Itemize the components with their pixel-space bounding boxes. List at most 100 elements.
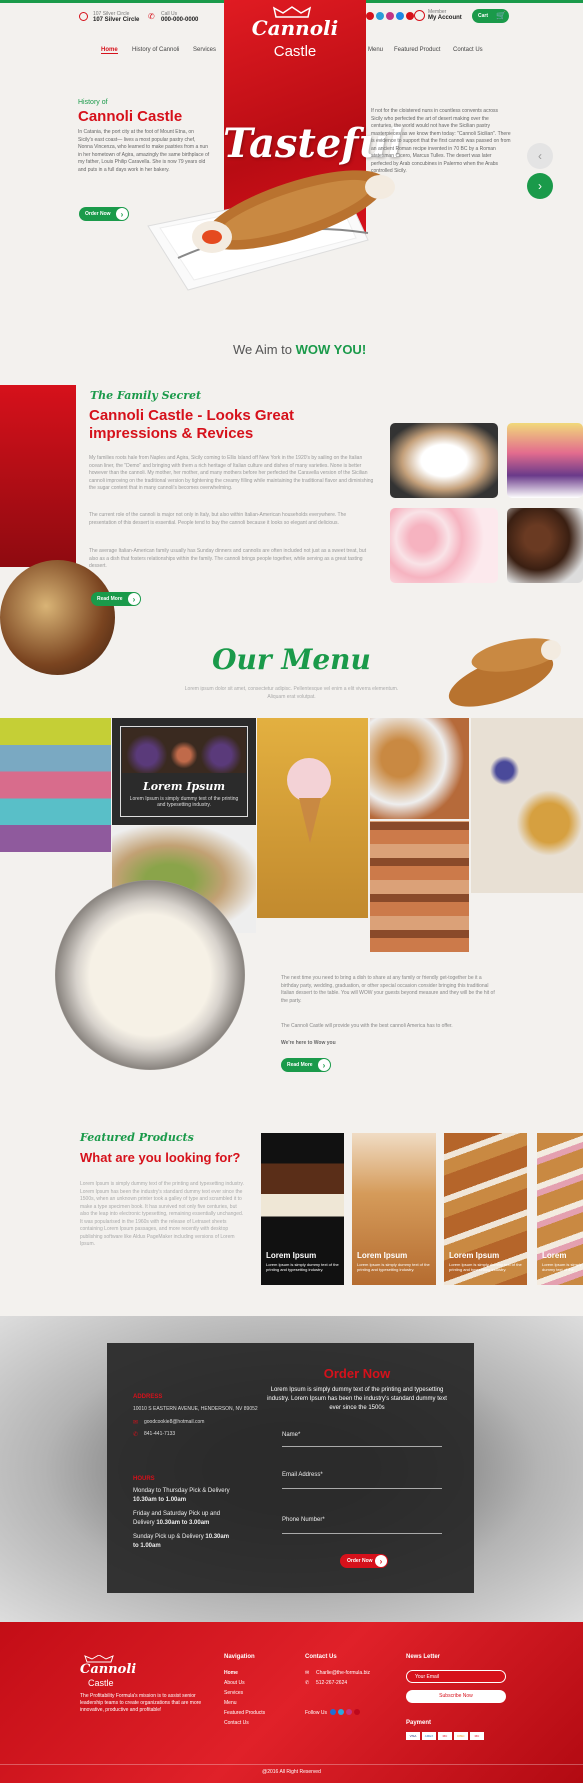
facebook-icon[interactable] (330, 1709, 336, 1715)
linkedin-icon[interactable] (396, 12, 404, 20)
logo-line2[interactable]: Castle (250, 43, 340, 60)
product-card-2[interactable]: Lorem Ipsum Lorem Ipsum is simply dummy … (352, 1133, 436, 1285)
menu-tile-title: Lorem Ipsum (142, 780, 225, 793)
carousel-next-button[interactable]: › (527, 173, 553, 199)
twitter-icon[interactable] (376, 12, 384, 20)
product-card-3[interactable]: Lorem Ipsum Lorem Ipsum is simply dummy … (444, 1133, 527, 1285)
footer-nav-title: Navigation (224, 1654, 255, 1660)
pinterest-icon[interactable] (406, 12, 414, 20)
cannoli-plate-photo (390, 423, 498, 498)
footer-nav-menu[interactable]: Menu (224, 1700, 237, 1706)
social-icons (366, 12, 416, 22)
nav-services[interactable]: Services (193, 47, 216, 53)
family-red-image (0, 385, 76, 567)
phone-icon: ✆ (148, 12, 155, 21)
hero-title: Cannoli Castle (78, 108, 183, 125)
donut-image (0, 560, 115, 675)
logo-line1[interactable]: Cannoli (250, 16, 340, 40)
menu-title: Our Menu (212, 643, 371, 676)
arrow-right-icon: › (375, 1555, 387, 1567)
product-card-3-text: Lorem Ipsum is simply dummy text of the … (449, 1262, 522, 1272)
order-title: Order Now (323, 1366, 391, 1381)
pinterest-icon[interactable] (354, 1709, 360, 1715)
instagram-icon[interactable] (346, 1709, 352, 1715)
phone-field-label: Phone Number* (282, 1517, 325, 1523)
email-input[interactable] (282, 1488, 442, 1489)
order-submit-button[interactable]: Order Now › (340, 1554, 388, 1568)
footer-newsletter: News Letter (406, 1654, 440, 1660)
aim-strong: WOW YOU! (295, 342, 367, 357)
hero-right-paragraph: If not for the cloistered nuns in countl… (371, 108, 511, 174)
nav-history[interactable]: History of Cannoli (132, 47, 179, 53)
footer-contact-phone[interactable]: 512-267-2624 (316, 1680, 347, 1686)
ricotta-cake-image (55, 880, 245, 1070)
footer-contact-email[interactable]: Charlie@the-formula.biz (316, 1670, 370, 1676)
menu-feature-tile[interactable]: Lorem Ipsum Lorem Ipsum is simply dummy … (112, 718, 256, 825)
menu-tile-text: Lorem Ipsum is simply dummy text of the … (129, 796, 239, 808)
user-icon[interactable] (414, 10, 425, 21)
featured-title: What are you looking for? (80, 1150, 241, 1165)
subscribe-button[interactable]: Subscribe Now (406, 1690, 506, 1703)
hours-2-time: 10.30am to 3.00am (156, 1520, 210, 1526)
footer-copyright: @2016 All Right Reserved (262, 1769, 321, 1775)
payment-cards: VISA AMEX MC DISC MC (406, 1732, 484, 1740)
aim-prefix: We Aim to (233, 342, 296, 357)
twitter-icon[interactable] (338, 1709, 344, 1715)
hours-1-time: 10.30am to 1.00am (133, 1497, 187, 1503)
carousel-prev-button[interactable]: ‹ (527, 143, 553, 169)
hours-3-label: Sunday Pick up & Delivery (133, 1534, 204, 1540)
footer-nav-about[interactable]: About Us (224, 1680, 245, 1686)
order-address-label: Address (133, 1394, 163, 1400)
hours-line-2: Friday and Saturday Pick up and Delivery… (133, 1510, 233, 1528)
footer-logo-line2[interactable]: Castle (88, 1678, 114, 1688)
product-card-3-title: Lorem Ipsum (449, 1251, 500, 1260)
phone-icon: ✆ (133, 1432, 139, 1438)
product-card-4[interactable]: Lorem Lorem Ipsum is simply dummy text o… (537, 1133, 583, 1285)
footer-about: The Profitability Formula's mission is t… (80, 1693, 202, 1713)
family-title-line1: Cannoli Castle - Looks Great (89, 407, 295, 424)
product-card-1-text: Lorem Ipsum is simply dummy text of the … (266, 1262, 339, 1272)
mastercard-icon: MC (438, 1732, 452, 1740)
family-read-more-label: Read More (97, 596, 123, 602)
family-title-line2: impressions & Revices (89, 425, 254, 442)
product-card-1[interactable]: Lorem Ipsum Lorem Ipsum is simply dummy … (261, 1133, 344, 1285)
name-input[interactable] (282, 1446, 442, 1447)
visa-card-icon: VISA (406, 1732, 420, 1740)
call-value[interactable]: 000-000-0000 (161, 17, 211, 23)
assorted-cannoli-photo (370, 718, 469, 819)
footer-logo-line1[interactable]: Cannoli (80, 1662, 136, 1677)
order-hours-label: Hours (133, 1476, 155, 1482)
footer-divider (0, 1764, 583, 1765)
footer-nav-contact[interactable]: Contact Us (224, 1720, 249, 1726)
product-card-1-title: Lorem Ipsum (266, 1251, 317, 1260)
hours-1-label: Monday to Thursday Pick & Delivery (133, 1488, 230, 1494)
hours-line-3: Sunday Pick up & Delivery 10.30am to 1.0… (133, 1533, 233, 1551)
instagram-icon[interactable] (386, 12, 394, 20)
cake-read-more-button[interactable]: Read More › (281, 1058, 331, 1072)
footer-nav-services[interactable]: Services (224, 1690, 243, 1696)
family-read-more-button[interactable]: Read More › (91, 592, 141, 606)
order-phone[interactable]: 841-441-7133 (144, 1431, 175, 1437)
icecream-cone-photo (257, 718, 368, 918)
my-account-link[interactable]: My Account (428, 15, 462, 21)
nav-menu[interactable]: Menu (368, 47, 383, 53)
aim-heading: We Aim to WOW YOU! (233, 342, 366, 357)
macaron-stack-photo (370, 821, 469, 952)
footer-nav-featured[interactable]: Featured Products (224, 1710, 265, 1716)
cart-button[interactable]: Cart 🛒 (472, 9, 509, 23)
order-email[interactable]: goodcookie8@hotmail.com (144, 1419, 204, 1425)
nav-home[interactable]: Home (101, 47, 118, 54)
nav-featured[interactable]: Featured Product (394, 47, 440, 53)
cake-paragraph-1: The next time you need to bring a dish t… (281, 975, 495, 1004)
hero-cannoli-image (190, 165, 395, 260)
newsletter-email-input[interactable]: Your Email (406, 1670, 506, 1683)
nav-contact[interactable]: Contact Us (453, 47, 483, 53)
product-card-2-text: Lorem Ipsum is simply dummy text of the … (357, 1262, 430, 1272)
phone-input[interactable] (282, 1533, 442, 1534)
footer-contact-title: Contact Us (305, 1654, 337, 1660)
order-description: Lorem Ipsum is simply dummy text of the … (267, 1387, 447, 1411)
footer-nav-home[interactable]: Home (224, 1670, 238, 1676)
phone-icon: ✆ (305, 1680, 310, 1686)
family-paragraph-3: The average Italian-American family usua… (89, 548, 367, 569)
facebook-icon[interactable] (366, 12, 374, 20)
